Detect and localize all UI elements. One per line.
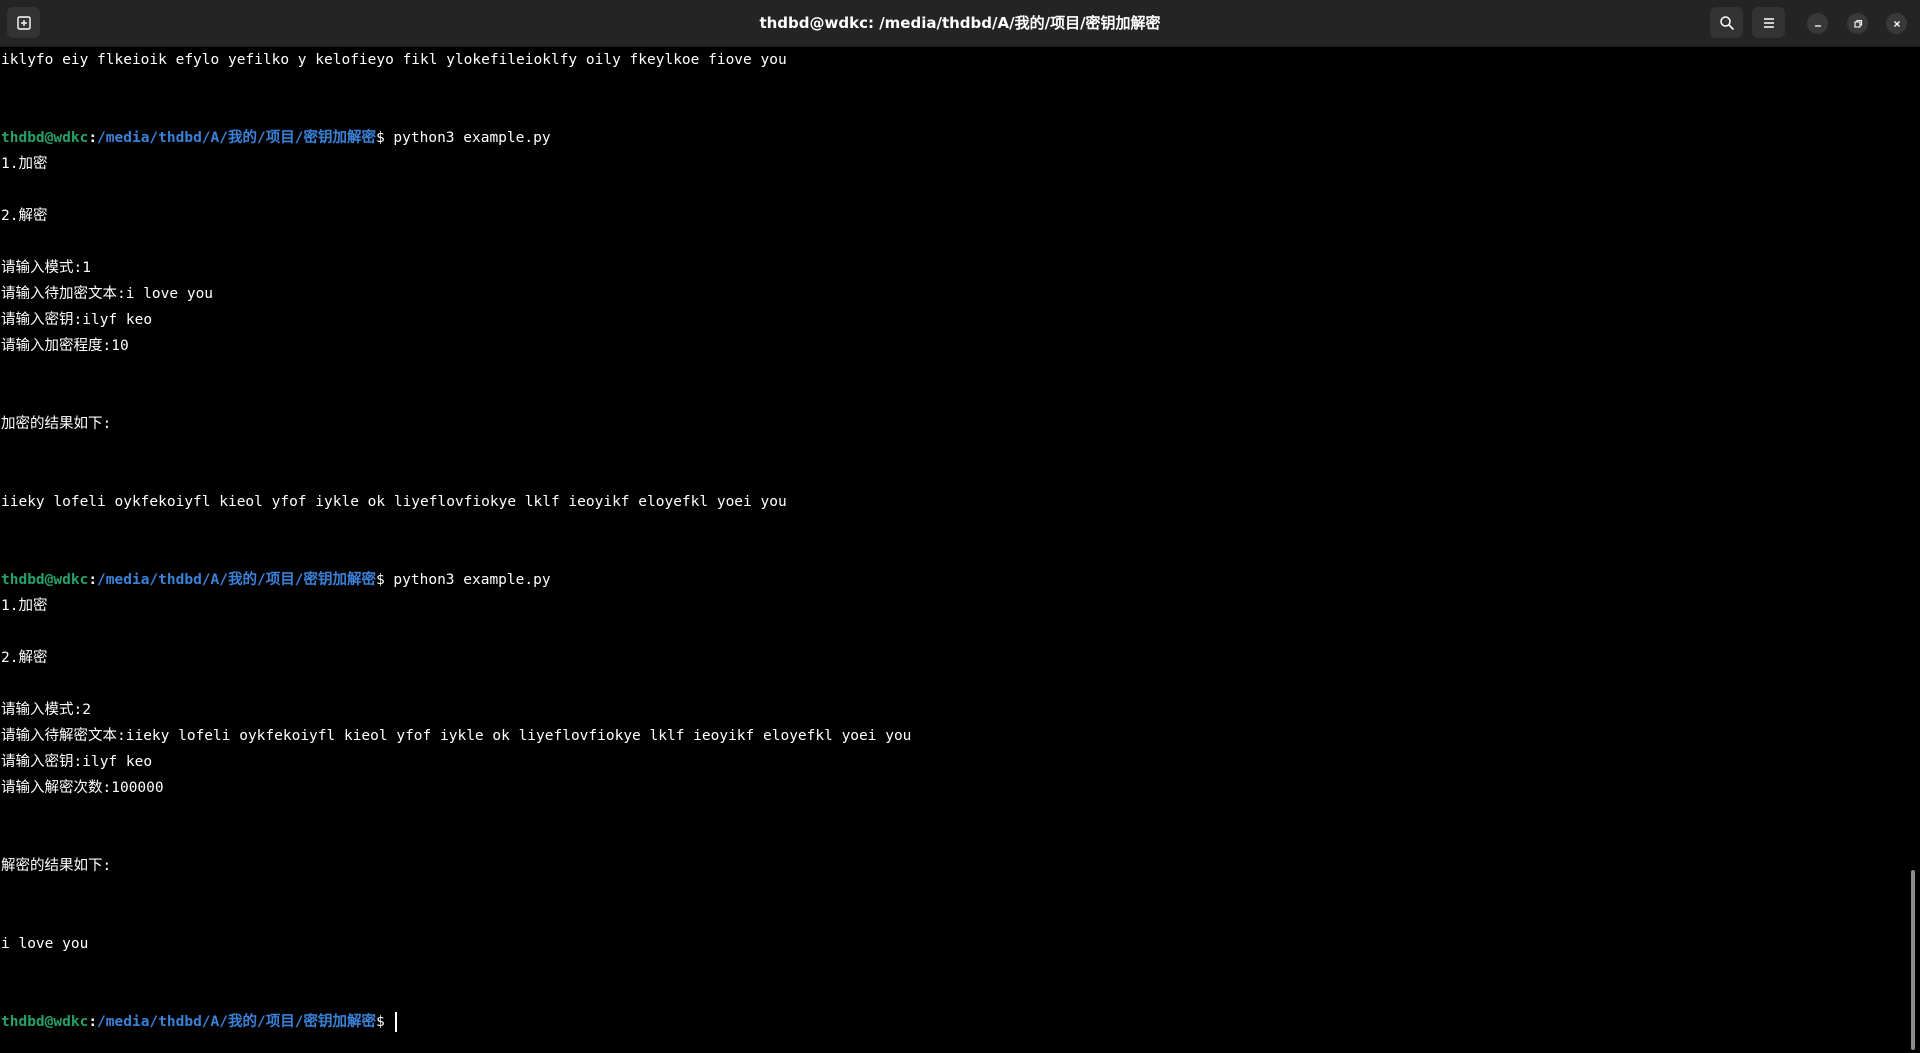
- terminal-line: iieky lofeli oykfekoiyfl kieol yfof iykl…: [1, 489, 1901, 515]
- terminal-line: 请输入待解密文本:iieky lofeli oykfekoiyfl kieol …: [1, 723, 1901, 749]
- prompt-colon: :: [88, 1014, 98, 1030]
- terminal-line: 2.解密: [1, 203, 1901, 229]
- output-text: i love you: [1, 936, 89, 952]
- terminal-output[interactable]: iklyfo eiy flkeioik efylo yefilko y kelo…: [1, 47, 1901, 1053]
- terminal-line: 请输入模式:1: [1, 255, 1901, 281]
- prompt-path: /media/thdbd/A/我的/项目/密钥加解密: [97, 572, 376, 588]
- terminal-line: 2.解密: [1, 645, 1901, 671]
- window-title: thdbd@wdkc: /media/thdbd/A/我的/项目/密钥加解密: [759, 14, 1161, 32]
- search-icon: [1719, 15, 1734, 30]
- output-text: 加密的结果如下:: [1, 416, 112, 432]
- terminal-line: 请输入模式:2: [1, 697, 1901, 723]
- terminal-line: i love you: [1, 931, 1901, 957]
- output-text: 解密的结果如下:: [1, 858, 112, 874]
- terminal-line: 1.加密: [1, 593, 1901, 619]
- terminal-line: thdbd@wdkc:/media/thdbd/A/我的/项目/密钥加解密$: [1, 1009, 1901, 1035]
- minimize-icon: [1814, 24, 1821, 27]
- close-button[interactable]: [1886, 13, 1907, 34]
- output-text: 1.加密: [1, 598, 48, 614]
- title-bar[interactable]: thdbd@wdkc: /media/thdbd/A/我的/项目/密钥加解密: [0, 0, 1920, 47]
- prompt-colon: :: [88, 130, 98, 146]
- prompt-path: /media/thdbd/A/我的/项目/密钥加解密: [97, 1014, 376, 1030]
- hamburger-menu-icon: [1763, 17, 1774, 28]
- new-tab-icon: [16, 15, 31, 30]
- prompt-colon: :: [88, 572, 98, 588]
- terminal-line: thdbd@wdkc:/media/thdbd/A/我的/项目/密钥加解密$ p…: [1, 125, 1901, 151]
- terminal-line: 请输入密钥:ilyf keo: [1, 749, 1901, 775]
- text-cursor: [395, 1012, 398, 1032]
- output-text: 请输入加密程度:10: [1, 338, 129, 354]
- new-tab-button[interactable]: [7, 7, 40, 38]
- terminal-line: 请输入密钥:ilyf keo: [1, 307, 1901, 333]
- terminal-line: 解密的结果如下:: [1, 853, 1901, 879]
- terminal-line: 请输入待加密文本:i love you: [1, 281, 1901, 307]
- output-text: 2.解密: [1, 208, 48, 224]
- terminal-line: iklyfo eiy flkeioik efylo yefilko y kelo…: [1, 47, 1901, 73]
- minimize-button[interactable]: [1807, 13, 1828, 34]
- output-text: 请输入待解密文本:iieky lofeli oykfekoiyfl kieol …: [1, 728, 912, 744]
- prompt-dollar: $: [375, 1014, 394, 1030]
- output-text: iklyfo eiy flkeioik efylo yefilko y kelo…: [1, 52, 787, 68]
- terminal-window: thdbd@wdkc: /media/thdbd/A/我的/项目/密钥加解密 i…: [0, 0, 1920, 1053]
- prompt-dollar: $: [375, 130, 394, 146]
- scrollbar-thumb[interactable]: [1911, 870, 1915, 1050]
- maximize-button[interactable]: [1847, 13, 1868, 34]
- command-text: python3 example.py: [393, 572, 551, 588]
- output-text: 请输入模式:2: [1, 702, 91, 718]
- prompt-path: /media/thdbd/A/我的/项目/密钥加解密: [97, 130, 376, 146]
- output-text: iieky lofeli oykfekoiyfl kieol yfof iykl…: [1, 494, 787, 510]
- output-text: 2.解密: [1, 650, 48, 666]
- terminal-line: 加密的结果如下:: [1, 411, 1901, 437]
- output-text: 请输入解密次数:100000: [1, 780, 164, 796]
- terminal-line: 请输入解密次数:100000: [1, 775, 1901, 801]
- terminal-line: 1.加密: [1, 151, 1901, 177]
- prompt-user: thdbd@wdkc: [1, 1014, 89, 1030]
- terminal-line: thdbd@wdkc:/media/thdbd/A/我的/项目/密钥加解密$ p…: [1, 567, 1901, 593]
- output-text: 请输入待加密文本:i love you: [1, 286, 214, 302]
- terminal-line: 请输入加密程度:10: [1, 333, 1901, 359]
- maximize-icon: [1853, 19, 1862, 28]
- menu-button[interactable]: [1752, 7, 1785, 38]
- output-text: 请输入密钥:ilyf keo: [1, 312, 153, 328]
- search-button[interactable]: [1710, 7, 1743, 38]
- command-text: python3 example.py: [393, 130, 551, 146]
- prompt-user: thdbd@wdkc: [1, 130, 89, 146]
- close-icon: [1893, 20, 1900, 27]
- output-text: 1.加密: [1, 156, 48, 172]
- prompt-user: thdbd@wdkc: [1, 572, 89, 588]
- output-text: 请输入模式:1: [1, 260, 91, 276]
- prompt-dollar: $: [375, 572, 394, 588]
- output-text: 请输入密钥:ilyf keo: [1, 754, 153, 770]
